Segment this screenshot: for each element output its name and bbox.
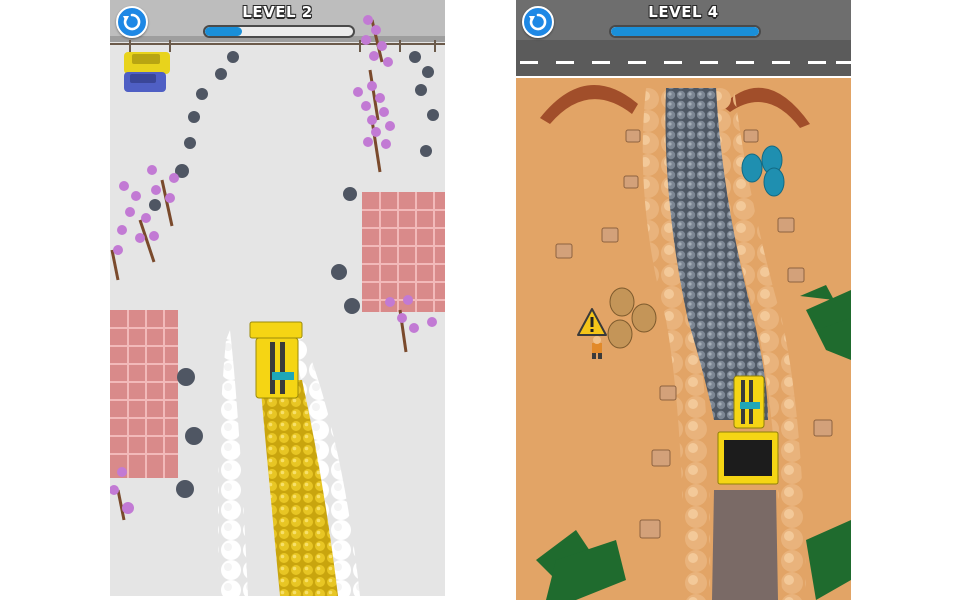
game-screen-level-2: LEVEL 2 (110, 0, 445, 596)
pink-tile-patch-left (110, 310, 178, 478)
desert-scene (516, 0, 851, 600)
parked-car-yellow (124, 52, 170, 74)
level-label: LEVEL 4 (648, 3, 719, 21)
level-progress-fill (205, 27, 242, 36)
level-progress-fill (611, 27, 759, 36)
game-screen-level-4: LEVEL 4 (516, 0, 851, 600)
paver-vehicle (249, 321, 303, 399)
level-label: LEVEL 2 (242, 3, 313, 21)
level-progress-bar (203, 25, 355, 38)
cleared-road (712, 490, 778, 600)
level-progress-bar (609, 25, 761, 38)
parked-car-blue (124, 72, 166, 92)
warning-triangle-icon (577, 308, 607, 336)
pink-tile-patch-right (362, 192, 445, 312)
snow-scene (110, 0, 445, 596)
